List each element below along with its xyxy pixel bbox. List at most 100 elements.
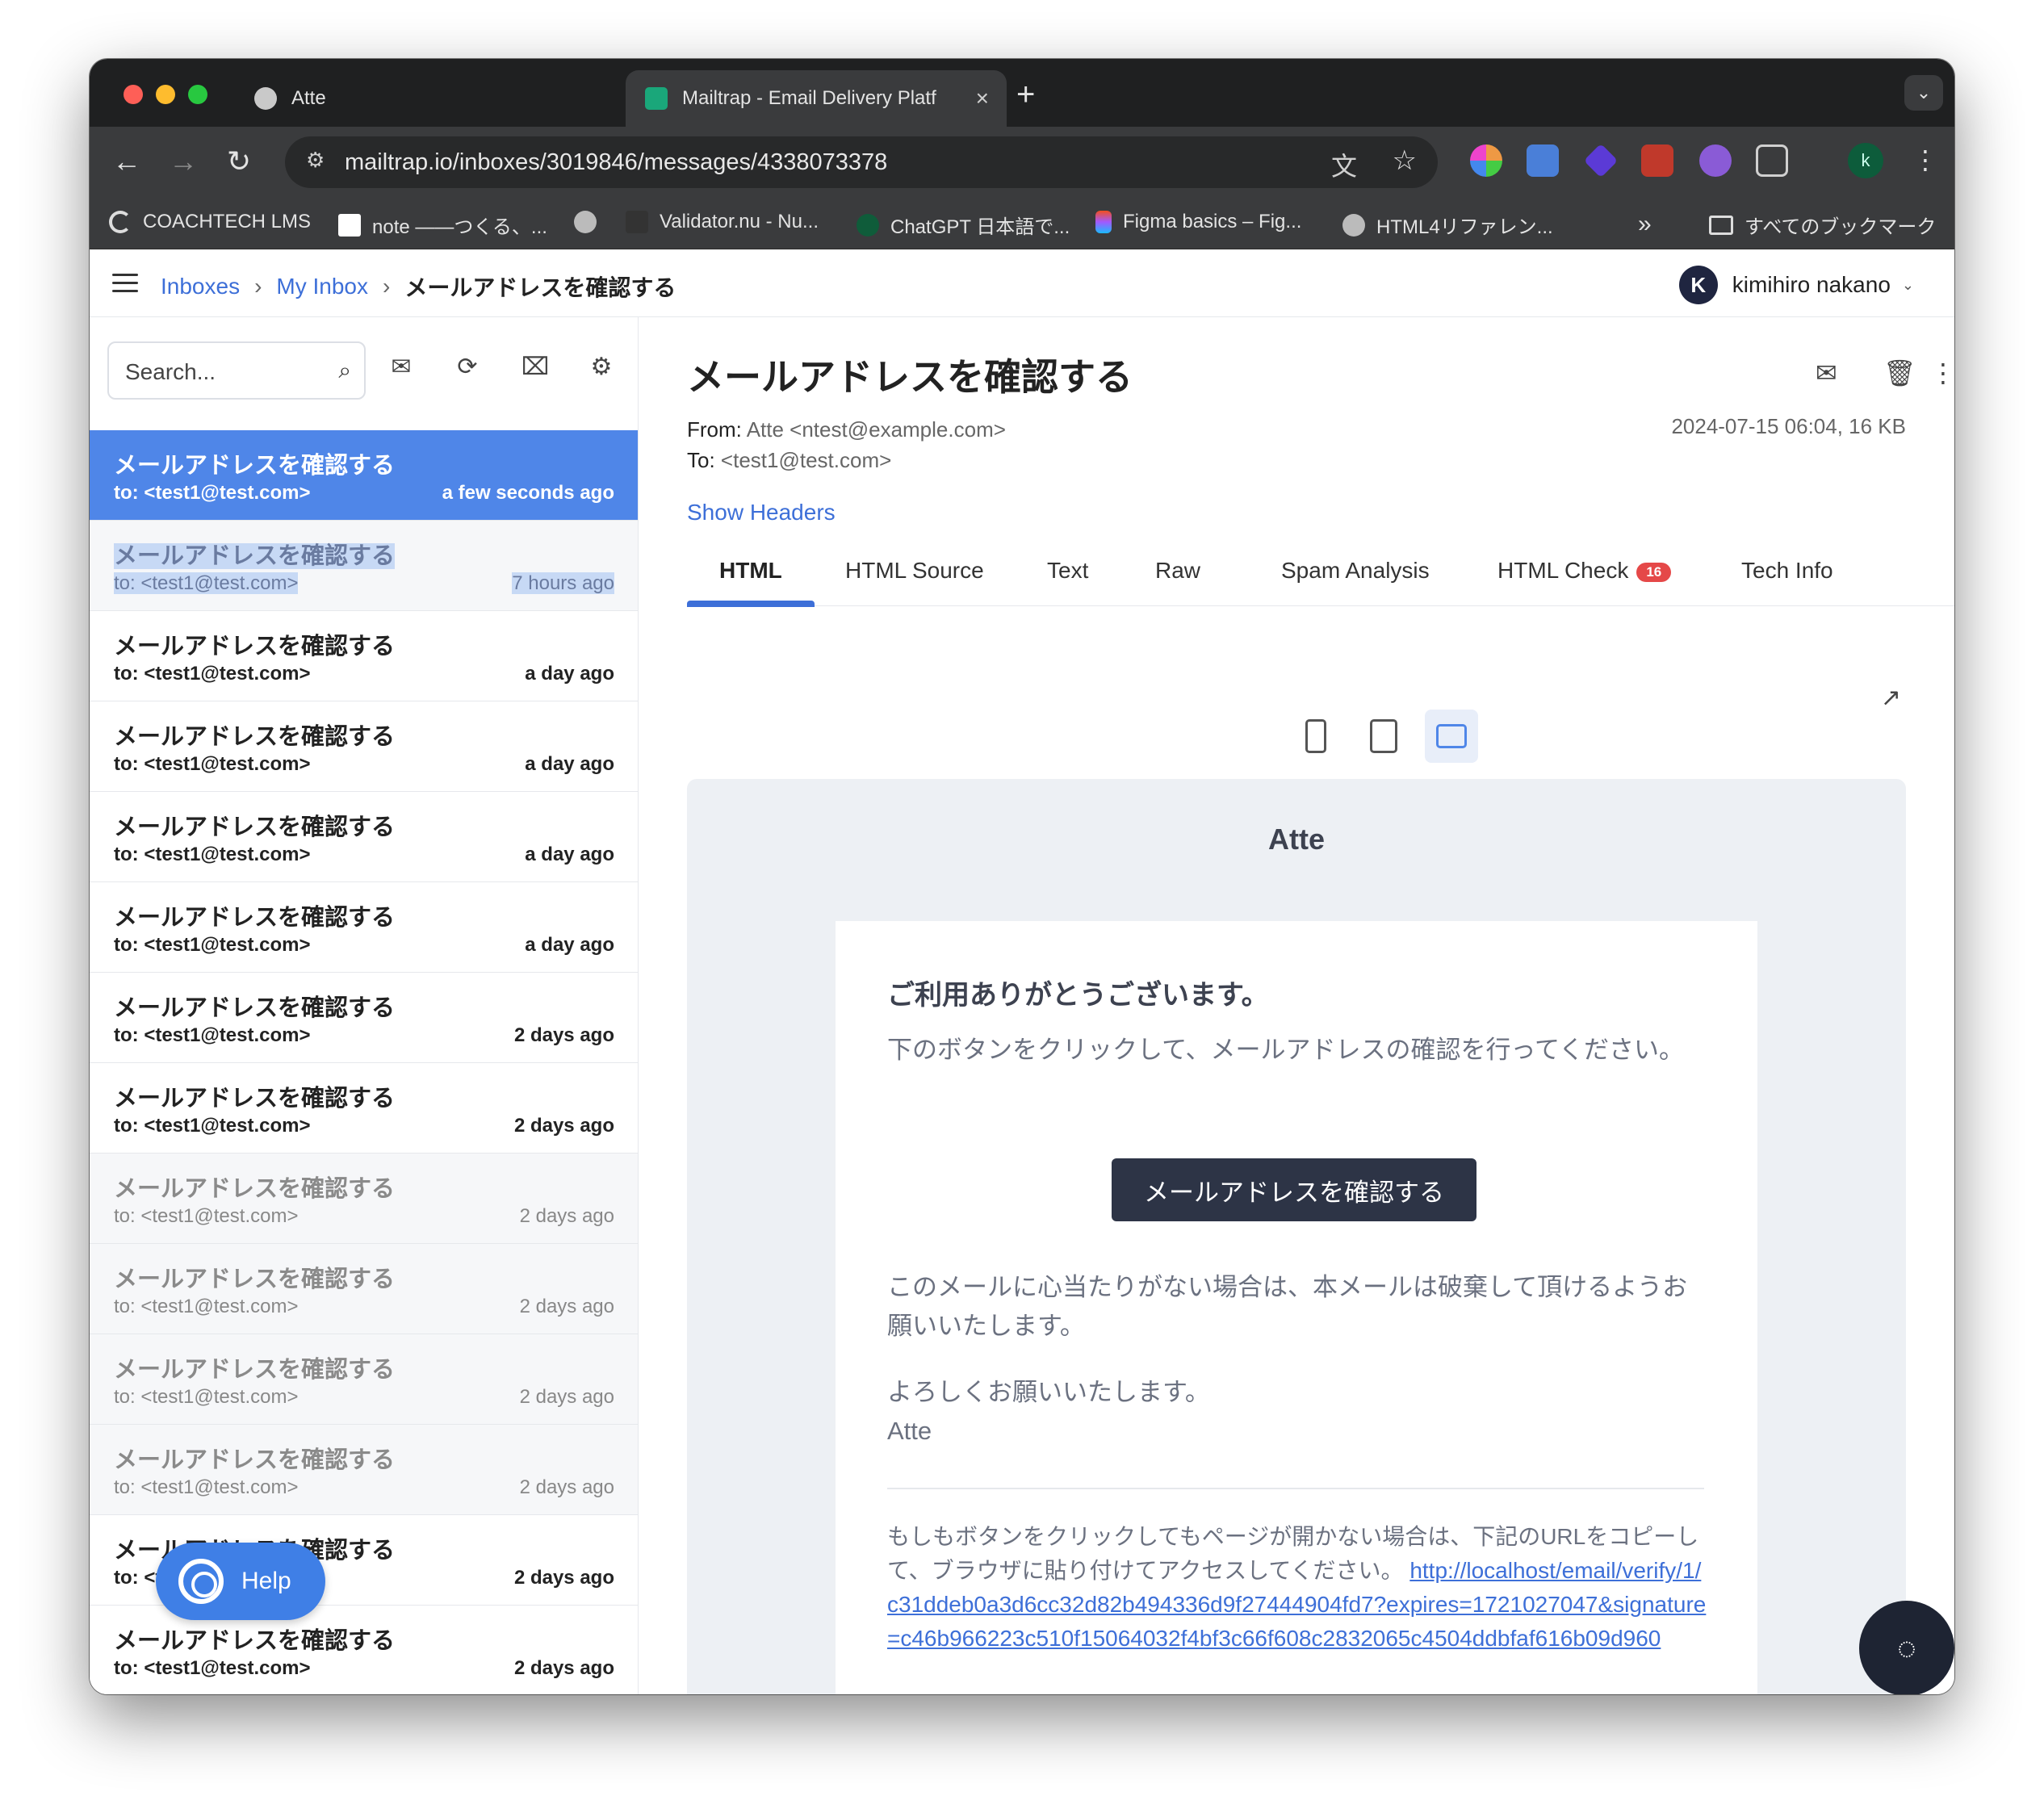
- list-item[interactable]: メールアドレスを確認する to: <test1@test.com> a few se…: [90, 430, 638, 521]
- extension-diamond-icon[interactable]: [1583, 143, 1619, 178]
- bookmark-label: note ——つくる、...: [372, 216, 547, 238]
- tablet-view-button[interactable]: [1357, 710, 1410, 763]
- browser-toolbar: ← → ↻ ⚙ mailtrap.io/inboxes/3019846/mess…: [90, 127, 1954, 196]
- site-info-icon[interactable]: ⚙: [306, 148, 325, 173]
- email-greeting: ご利用ありがとうございます。: [887, 980, 1269, 1011]
- active-tab-indicator: [687, 601, 815, 607]
- close-tab-icon[interactable]: ×: [976, 86, 989, 111]
- translate-extension-icon[interactable]: [1527, 144, 1559, 177]
- reload-icon[interactable]: ↻: [227, 144, 251, 178]
- list-item[interactable]: メールアドレスを確認する to: <test1@test.com> 2 days a…: [90, 1063, 638, 1154]
- item-recipient: to: <test1@test.com>: [114, 753, 311, 775]
- minimize-window-button[interactable]: [156, 85, 175, 104]
- item-recipient: to: <test1@test.com>: [114, 844, 311, 865]
- url-text[interactable]: mailtrap.io/inboxes/3019846/messages/433…: [345, 149, 887, 176]
- back-arrow-icon[interactable]: ←: [112, 144, 141, 178]
- item-time: 2 days ago: [519, 1296, 614, 1317]
- bookmark-validator[interactable]: Validator.nu - Nu...: [626, 211, 819, 233]
- item-subject: メールアドレスを確認する: [114, 1176, 396, 1202]
- bookmark-coachtech[interactable]: COACHTECH LMS: [109, 211, 311, 233]
- bookmark-figma[interactable]: Figma basics – Fig...: [1095, 211, 1301, 233]
- tab-strip: Atte × Mailtrap - Email Delivery Platf ×…: [90, 59, 1954, 127]
- tab-mailtrap[interactable]: Mailtrap - Email Delivery Platf ×: [626, 70, 1007, 127]
- search-placeholder: Search...: [125, 359, 216, 384]
- item-subject-text: メールアドレスを確認する: [114, 543, 396, 569]
- tab-text[interactable]: Text: [1047, 558, 1088, 584]
- tab-html-check[interactable]: HTML Check 16: [1497, 558, 1672, 584]
- breadcrumb: Inboxes › My Inbox › メールアドレスを確認する: [161, 270, 676, 303]
- more-vertical-icon[interactable]: ⋮: [1930, 358, 1954, 388]
- more-menu-icon[interactable]: ⋮: [1912, 144, 1938, 175]
- breadcrumb-my-inbox[interactable]: My Inbox: [276, 274, 368, 299]
- item-recipient: to: <test1@test.com>: [114, 1205, 299, 1227]
- list-item[interactable]: メールアドレスを確認する to: <test1@test.com> 2 days a…: [90, 1606, 638, 1694]
- list-item[interactable]: メールアドレスを確認する to: <test1@test.com> 7 hours …: [90, 521, 638, 611]
- to-label: To:: [687, 448, 715, 472]
- color-extension-icon[interactable]: [1470, 144, 1502, 177]
- list-item[interactable]: メールアドレスを確認する to: <test1@test.com> 2 days a…: [90, 1244, 638, 1334]
- all-bookmarks-button[interactable]: すべてのブックマーク: [1709, 211, 1936, 239]
- app-header: Inboxes › My Inbox › メールアドレスを確認する K kimi…: [90, 249, 1954, 317]
- bookmark-note[interactable]: note ——つくる、...: [338, 211, 547, 239]
- message-list: メールアドレスを確認する to: <test1@test.com> a few se…: [90, 430, 638, 1694]
- translate-icon[interactable]: 文: [1331, 146, 1357, 183]
- bookmark-label: COACHTECH LMS: [143, 211, 312, 232]
- forward-arrow-icon[interactable]: →: [169, 144, 198, 178]
- close-window-button[interactable]: [124, 85, 143, 104]
- divider: [887, 1488, 1704, 1489]
- mark-read-icon[interactable]: ✉: [385, 353, 417, 385]
- hamburger-menu-icon[interactable]: [112, 274, 138, 298]
- list-item[interactable]: メールアドレスを確認する to: <test1@test.com> 2 days a…: [90, 1154, 638, 1244]
- search-input[interactable]: Search... ⌕: [107, 341, 366, 400]
- globe-icon: [1342, 213, 1365, 237]
- tab-spam-analysis[interactable]: Spam Analysis: [1281, 558, 1430, 584]
- zoom-window-button[interactable]: [188, 85, 207, 104]
- list-item[interactable]: メールアドレスを確認する to: <test1@test.com> a day ag…: [90, 882, 638, 973]
- extensions-puzzle-icon[interactable]: [1756, 144, 1788, 177]
- show-headers-link[interactable]: Show Headers: [687, 500, 836, 525]
- bookmark-star-icon[interactable]: ☆: [1393, 144, 1417, 177]
- chat-widget-button[interactable]: ◌: [1859, 1601, 1954, 1694]
- bookmark-html4[interactable]: HTML4リファレン...: [1342, 211, 1553, 239]
- settings-gear-icon[interactable]: ⚙: [585, 353, 618, 385]
- bookmark-globe[interactable]: [574, 211, 608, 233]
- address-bar[interactable]: ⚙ mailtrap.io/inboxes/3019846/messages/4…: [285, 136, 1438, 188]
- list-item[interactable]: メールアドレスを確認する to: <test1@test.com> 2 days a…: [90, 1425, 638, 1515]
- help-button[interactable]: Help: [156, 1543, 325, 1620]
- list-item[interactable]: メールアドレスを確認する to: <test1@test.com> 2 days a…: [90, 1334, 638, 1425]
- verify-email-button[interactable]: メールアドレスを確認する: [1112, 1158, 1476, 1221]
- tab-title: Atte: [291, 87, 326, 109]
- list-item[interactable]: メールアドレスを確認する to: <test1@test.com> a day ag…: [90, 611, 638, 701]
- figma-icon: [1095, 211, 1112, 233]
- globe-icon: [254, 87, 277, 110]
- bookmark-chatgpt[interactable]: ChatGPT 日本語で...: [857, 211, 1070, 239]
- breadcrumb-separator: ›: [254, 274, 262, 299]
- item-subject: メールアドレスを確認する: [114, 905, 396, 931]
- extension-brain-icon[interactable]: [1699, 144, 1732, 177]
- desktop-view-button[interactable]: [1425, 710, 1478, 763]
- bookmark-label: Figma basics – Fig...: [1123, 211, 1302, 232]
- bookmarks-overflow-button[interactable]: »: [1638, 211, 1652, 238]
- tab-search-chevron-icon[interactable]: ⌄: [1904, 75, 1943, 111]
- clear-inbox-icon[interactable]: ⌧: [519, 353, 551, 385]
- to-line: To: <test1@test.com>: [687, 448, 891, 473]
- list-item[interactable]: メールアドレスを確認する to: <test1@test.com> a day ag…: [90, 792, 638, 882]
- open-external-icon[interactable]: ↗: [1881, 684, 1901, 712]
- list-item[interactable]: メールアドレスを確認する to: <test1@test.com> 2 days a…: [90, 973, 638, 1063]
- trash-icon[interactable]: 🗑: [1883, 358, 1916, 388]
- tab-html[interactable]: HTML: [719, 558, 782, 584]
- new-tab-button[interactable]: +: [1016, 77, 1035, 113]
- list-item[interactable]: メールアドレスを確認する to: <test1@test.com> a day ag…: [90, 701, 638, 792]
- breadcrumb-inboxes[interactable]: Inboxes: [161, 274, 240, 299]
- mobile-view-button[interactable]: [1289, 710, 1342, 763]
- refresh-icon[interactable]: ⟳: [451, 353, 484, 385]
- tab-html-source[interactable]: HTML Source: [845, 558, 984, 584]
- profile-avatar[interactable]: k: [1848, 143, 1883, 178]
- item-recipient: to: <test1@test.com>: [114, 1476, 299, 1498]
- tab-raw[interactable]: Raw: [1155, 558, 1200, 584]
- user-menu[interactable]: K kimihiro nakano ⌄: [1678, 266, 1914, 304]
- extension-red-icon[interactable]: [1641, 144, 1673, 177]
- forward-mail-icon[interactable]: ✉: [1816, 358, 1837, 388]
- email-app-name: Atte: [1268, 823, 1325, 856]
- tab-tech-info[interactable]: Tech Info: [1741, 558, 1833, 584]
